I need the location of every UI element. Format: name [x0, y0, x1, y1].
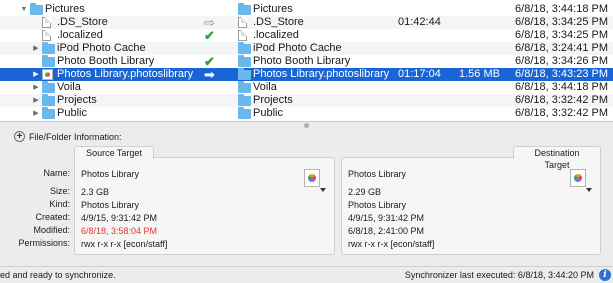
photos-library-icon[interactable] [570, 169, 586, 187]
info-icon[interactable]: i [599, 269, 611, 281]
arrow-right-icon: ➡ [204, 67, 215, 82]
photos-library-icon[interactable] [304, 169, 320, 187]
modified-date: 6/8/18, 3:43:23 PM [515, 68, 608, 80]
chevron-down-icon[interactable] [586, 188, 592, 192]
source-modified: 6/8/18, 3:58:04 PM [81, 226, 158, 236]
source-item-name: Photo Booth Library [57, 55, 155, 67]
destination-item-name: .DS_Store [253, 16, 304, 28]
table-row-selected[interactable]: ▶ Photos Library.photoslibrary ➡ Photos Lib… [0, 68, 613, 81]
destination-size: 2.29 GB [348, 187, 382, 197]
source-kind: Photos Library [81, 200, 140, 210]
duration-value: 01:17:04 [398, 68, 441, 80]
source-item-name: Projects [57, 94, 97, 106]
tab-source-target: Source Target [74, 146, 154, 159]
destination-item-name: Photos Library.photoslibrary [253, 68, 390, 80]
disclosure-collapsed-icon[interactable]: ▶ [32, 42, 40, 55]
modified-date: 6/8/18, 3:32:42 PM [515, 107, 608, 119]
source-permissions: rwx r-x r-x [econ/staff] [81, 239, 168, 249]
table-row[interactable]: ▶ iPod Photo Cache iPod Photo Cache 6/8/18,… [0, 42, 613, 55]
table-row[interactable]: ▼ Pictures Pictures 6/8/18, 3:44:18 PM [0, 3, 613, 16]
table-row[interactable]: ▶ Projects Projects 6/8/18, 3:32:42 PM [0, 94, 613, 107]
destination-item-name: Voila [253, 81, 277, 93]
label-kind: Kind: [49, 199, 70, 209]
folder-icon [30, 3, 43, 15]
source-item-name: .localized [57, 29, 103, 41]
source-item-name: Pictures [45, 3, 85, 15]
label-created: Created: [35, 212, 70, 222]
folder-icon [42, 94, 55, 106]
disclosure-collapsed-icon[interactable]: ▶ [32, 68, 40, 81]
destination-item-name: Projects [253, 94, 293, 106]
modified-date: 6/8/18, 3:34:25 PM [515, 16, 608, 28]
folder-icon [238, 68, 251, 80]
source-item-name: Public [57, 107, 87, 119]
destination-target-panel: Photos Library 2.29 GB Photos Library 4/… [341, 157, 601, 255]
modified-date: 6/8/18, 3:34:25 PM [515, 29, 608, 41]
modified-date: 6/8/18, 3:24:41 PM [515, 42, 608, 54]
destination-kind: Photos Library [348, 200, 407, 210]
document-icon [238, 17, 247, 28]
destination-item-name: Pictures [253, 3, 293, 15]
source-created: 4/9/15, 9:31:42 PM [81, 213, 158, 223]
source-name: Photos Library [81, 169, 140, 179]
modified-date: 6/8/18, 3:32:42 PM [515, 94, 608, 106]
disclosure-expanded-icon[interactable]: ▼ [20, 3, 28, 16]
modified-date: 6/8/18, 3:44:18 PM [515, 81, 608, 93]
label-permissions: Permissions: [18, 238, 70, 248]
folder-icon [42, 42, 55, 54]
label-size: Size: [49, 186, 70, 196]
file-list[interactable]: ▼ Pictures Pictures 6/8/18, 3:44:18 PM .DS_S… [0, 0, 613, 122]
expand-plus-icon[interactable]: + [14, 131, 25, 142]
destination-modified: 6/8/18, 2:41:00 PM [348, 226, 425, 236]
destination-item-name: .localized [253, 29, 299, 41]
folder-icon [238, 81, 251, 93]
table-row[interactable]: ▶ Voila Voila 6/8/18, 3:44:18 PM [0, 81, 613, 94]
destination-name: Photos Library [348, 169, 407, 179]
folder-icon [238, 55, 251, 67]
disclosure-collapsed-icon[interactable]: ▶ [32, 81, 40, 94]
table-row[interactable]: ▶ Public Public 6/8/18, 3:32:42 PM [0, 107, 613, 120]
folder-icon [42, 55, 55, 67]
split-view-handle[interactable] [304, 123, 309, 128]
document-icon [42, 30, 51, 41]
label-modified: Modified: [33, 225, 70, 235]
destination-item-name: iPod Photo Cache [253, 42, 342, 54]
destination-created: 4/9/15, 9:31:42 PM [348, 213, 425, 223]
destination-item-name: Public [253, 107, 283, 119]
folder-icon [42, 107, 55, 119]
last-executed-status: Synchronizer last executed: 6/8/18, 3:44… [404, 270, 594, 280]
size-value: 1.56 MB [459, 68, 500, 80]
source-item-name: Voila [57, 81, 81, 93]
photos-library-icon [42, 69, 53, 80]
table-row[interactable]: .localized ✔ .localized 6/8/18, 3:34:25 PM [0, 29, 613, 42]
document-icon [238, 30, 247, 41]
file-info-title: File/Folder Information: [29, 132, 122, 142]
status-bar: ed and ready to synchronize. Synchronize… [0, 266, 613, 283]
document-icon [42, 17, 51, 28]
destination-permissions: rwx r-x r-x [econ/staff] [348, 239, 435, 249]
source-target-panel: Photos Library 2.3 GB Photos Library 4/9… [74, 157, 335, 255]
chevron-down-icon[interactable] [320, 188, 326, 192]
source-size: 2.3 GB [81, 187, 110, 197]
modified-date: 6/8/18, 3:34:26 PM [515, 55, 608, 67]
duration-value: 01:42:44 [398, 16, 441, 28]
source-item-name: .DS_Store [57, 16, 108, 28]
modified-date: 6/8/18, 3:44:18 PM [515, 3, 608, 15]
label-name: Name: [43, 168, 70, 178]
source-item-name: iPod Photo Cache [57, 42, 146, 54]
folder-icon [238, 42, 251, 54]
folder-icon [238, 94, 251, 106]
destination-item-name: Photo Booth Library [253, 55, 351, 67]
tab-destination-target: Destination Target [513, 146, 601, 170]
table-row[interactable]: .DS_Store ⇨ .DS_Store 01:42:44 6/8/18, 3:34:… [0, 16, 613, 29]
source-item-name: Photos Library.photoslibrary [57, 68, 194, 80]
disclosure-collapsed-icon[interactable]: ▶ [32, 107, 40, 120]
folder-icon [238, 107, 251, 119]
folder-icon [238, 3, 251, 15]
folder-icon [42, 81, 55, 93]
status-message: ed and ready to synchronize. [0, 270, 116, 280]
table-row[interactable]: Photo Booth Library ✔ Photo Booth Library 6… [0, 55, 613, 68]
checkmark-icon: ✔ [204, 28, 215, 43]
disclosure-collapsed-icon[interactable]: ▶ [32, 94, 40, 107]
